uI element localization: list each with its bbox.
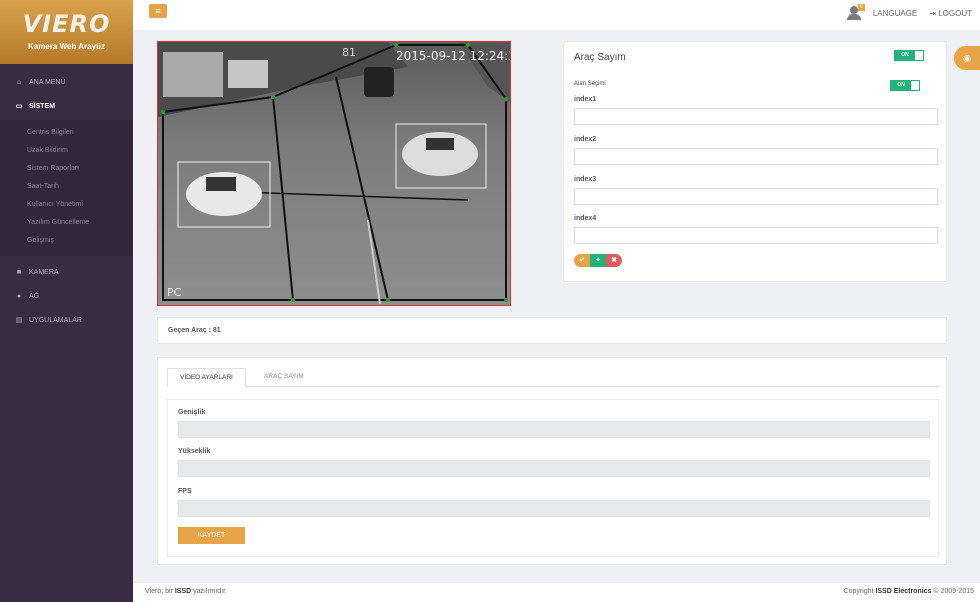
- system-submenu: Centris Bilgileri Uzak Bildirim Sistem R…: [0, 120, 133, 256]
- index2-label: index2: [574, 136, 597, 143]
- fps-label: FPS: [178, 488, 192, 495]
- toggle-label: ON: [891, 81, 911, 90]
- footer-right-suffix: © 2009-2015: [931, 588, 974, 595]
- camera-corner-text: PC: [167, 286, 182, 299]
- logout-link[interactable]: ⇥ LOGOUT: [929, 9, 972, 18]
- delete-button[interactable]: ✖: [606, 254, 622, 267]
- index1-label: index1: [574, 96, 597, 103]
- zone-point[interactable]: [466, 43, 470, 47]
- tab-video-settings[interactable]: VİDEO AYARLARI: [167, 368, 246, 387]
- footer-left-brand: ISSD: [174, 588, 192, 595]
- zone-action-buttons: ✔ + ✖: [574, 254, 622, 267]
- footer-left-prefix: Viero, bir: [145, 588, 175, 595]
- language-link[interactable]: LANGUAGE: [873, 9, 917, 18]
- car-dark: [364, 67, 394, 97]
- index2-input[interactable]: [574, 148, 938, 165]
- index3-label: index3: [574, 176, 597, 183]
- index3-input[interactable]: [574, 188, 938, 205]
- footer-left-suffix: yazılımıdır.: [191, 588, 227, 595]
- submenu-item-advanced[interactable]: Gelişmiş: [0, 232, 133, 250]
- sidebar-item-system[interactable]: ▭ SİSTEM: [0, 96, 133, 116]
- sidebar-item-label: UYGULAMALAR: [29, 316, 82, 324]
- billboard-2: [228, 60, 268, 88]
- zone-point[interactable]: [394, 43, 398, 47]
- sidebar-item-applications[interactable]: ▤ UYGULAMALAR: [0, 310, 133, 330]
- sidebar-item-network[interactable]: ● AĞ: [0, 286, 133, 306]
- height-input[interactable]: [178, 460, 930, 477]
- vehicle-count-panel: Araç Sayım ON Alan Seçimi ON index1 inde…: [563, 41, 947, 282]
- vehicle-count-title: Araç Sayım: [574, 52, 626, 63]
- sidebar-item-main-menu[interactable]: ⌂ ANA MENÜ: [0, 72, 133, 92]
- camera-timestamp: 2015-09-12 12:24:17: [396, 49, 510, 63]
- submenu-item-system-reports[interactable]: Sistem Raporları: [0, 160, 133, 178]
- index4-label: index4: [574, 215, 597, 222]
- footer-left: Viero, bir ISSD yazılımıdır.: [145, 588, 227, 595]
- sidebar-item-label: ANA MENÜ: [29, 78, 66, 86]
- settings-panel: VİDEO AYARLARI ARAÇ SAYIM Genişlik Yükse…: [157, 357, 947, 565]
- passed-vehicle-count: Geçen Araç : 81: [168, 327, 221, 334]
- fps-input[interactable]: [178, 500, 930, 517]
- zone-point[interactable]: [161, 110, 165, 114]
- logo: VIERO: [22, 10, 111, 38]
- height-label: Yükseklik: [178, 448, 211, 455]
- zone-point[interactable]: [386, 298, 390, 302]
- zone-point[interactable]: [504, 97, 508, 101]
- file-icon: ▤: [15, 317, 23, 324]
- sidebar-item-label: SİSTEM: [29, 102, 56, 110]
- index4-input[interactable]: [574, 227, 938, 244]
- sidebar-nav: ⌂ ANA MENÜ ▭ SİSTEM Centris Bilgileri Uz…: [0, 64, 133, 330]
- submenu-item-date-time[interactable]: Saat-Tarih: [0, 178, 133, 196]
- camera-view[interactable]: 2015-09-12 12:24:17 81 PC: [157, 41, 511, 306]
- logout-icon: ⇥: [929, 8, 939, 18]
- billboard: [163, 52, 223, 97]
- logout-label: LOGOUT: [938, 8, 972, 18]
- submenu-item-centris-info[interactable]: Centris Bilgileri: [0, 124, 133, 142]
- confirm-button[interactable]: ✔: [574, 254, 590, 267]
- submenu-item-remote-notification[interactable]: Uzak Bildirim: [0, 142, 133, 160]
- wifi-icon[interactable]: ◉: [954, 46, 980, 70]
- width-label: Genişlik: [178, 409, 206, 416]
- add-button[interactable]: +: [590, 254, 606, 267]
- logo-subtitle: Kamera Web Arayüz: [28, 42, 105, 51]
- toggle-label: ON: [895, 51, 915, 60]
- index1-input[interactable]: [574, 108, 938, 125]
- submenu-item-user-management[interactable]: Kullanıcı Yönetimi: [0, 196, 133, 214]
- footer-right-prefix: Copyright: [843, 588, 876, 595]
- zone-point[interactable]: [504, 298, 508, 302]
- monitor-icon: ▭: [15, 103, 23, 110]
- camera-count-overlay: 81: [342, 46, 356, 59]
- footer-right-brand: ISSD Electronics: [875, 588, 932, 595]
- sidebar: VIERO Kamera Web Arayüz ⌂ ANA MENÜ ▭ SİS…: [0, 0, 133, 602]
- width-input[interactable]: [178, 421, 930, 438]
- area-selection-label: Alan Seçimi: [574, 81, 606, 87]
- user-icon[interactable]: 0: [846, 4, 865, 20]
- zone-point[interactable]: [291, 298, 295, 302]
- video-camera-icon: ■: [16, 268, 22, 276]
- vehicle-count-toggle[interactable]: ON: [894, 50, 924, 61]
- camera-frame[interactable]: 2015-09-12 12:24:17 81 PC: [158, 42, 510, 305]
- brand: VIERO Kamera Web Arayüz: [0, 0, 133, 64]
- sidebar-item-label: KAMERA: [29, 268, 59, 276]
- sidebar-item-label: AĞ: [29, 292, 40, 300]
- zone-point[interactable]: [271, 95, 275, 99]
- settings-tabs: VİDEO AYARLARI ARAÇ SAYIM: [167, 368, 939, 387]
- save-button[interactable]: KAYDET: [178, 527, 245, 544]
- home-icon: ⌂: [16, 78, 22, 86]
- topbar: ≡ 0 LANGUAGE ⇥ LOGOUT: [133, 0, 980, 30]
- submenu-item-software-update[interactable]: Yazılım Güncelleme: [0, 214, 133, 232]
- topbar-actions: 0 LANGUAGE ⇥ LOGOUT: [846, 4, 972, 20]
- footer: Viero, bir ISSD yazılımıdır. Copyright I…: [133, 583, 980, 602]
- notification-badge: 0: [857, 4, 865, 11]
- area-selection-toggle[interactable]: ON: [890, 80, 920, 91]
- sidebar-item-camera[interactable]: ■ KAMERA: [0, 262, 133, 282]
- globe-icon: ●: [16, 292, 22, 300]
- footer-copyright: Copyright ISSD Electronics © 2009-2015: [844, 588, 974, 595]
- tab-vehicle-count[interactable]: ARAÇ SAYIM: [252, 368, 316, 387]
- video-settings-form: Genişlik Yükseklik FPS KAYDET: [167, 399, 939, 557]
- passed-vehicle-panel: Geçen Araç : 81: [157, 317, 947, 344]
- menu-toggle-button[interactable]: ≡: [149, 4, 167, 18]
